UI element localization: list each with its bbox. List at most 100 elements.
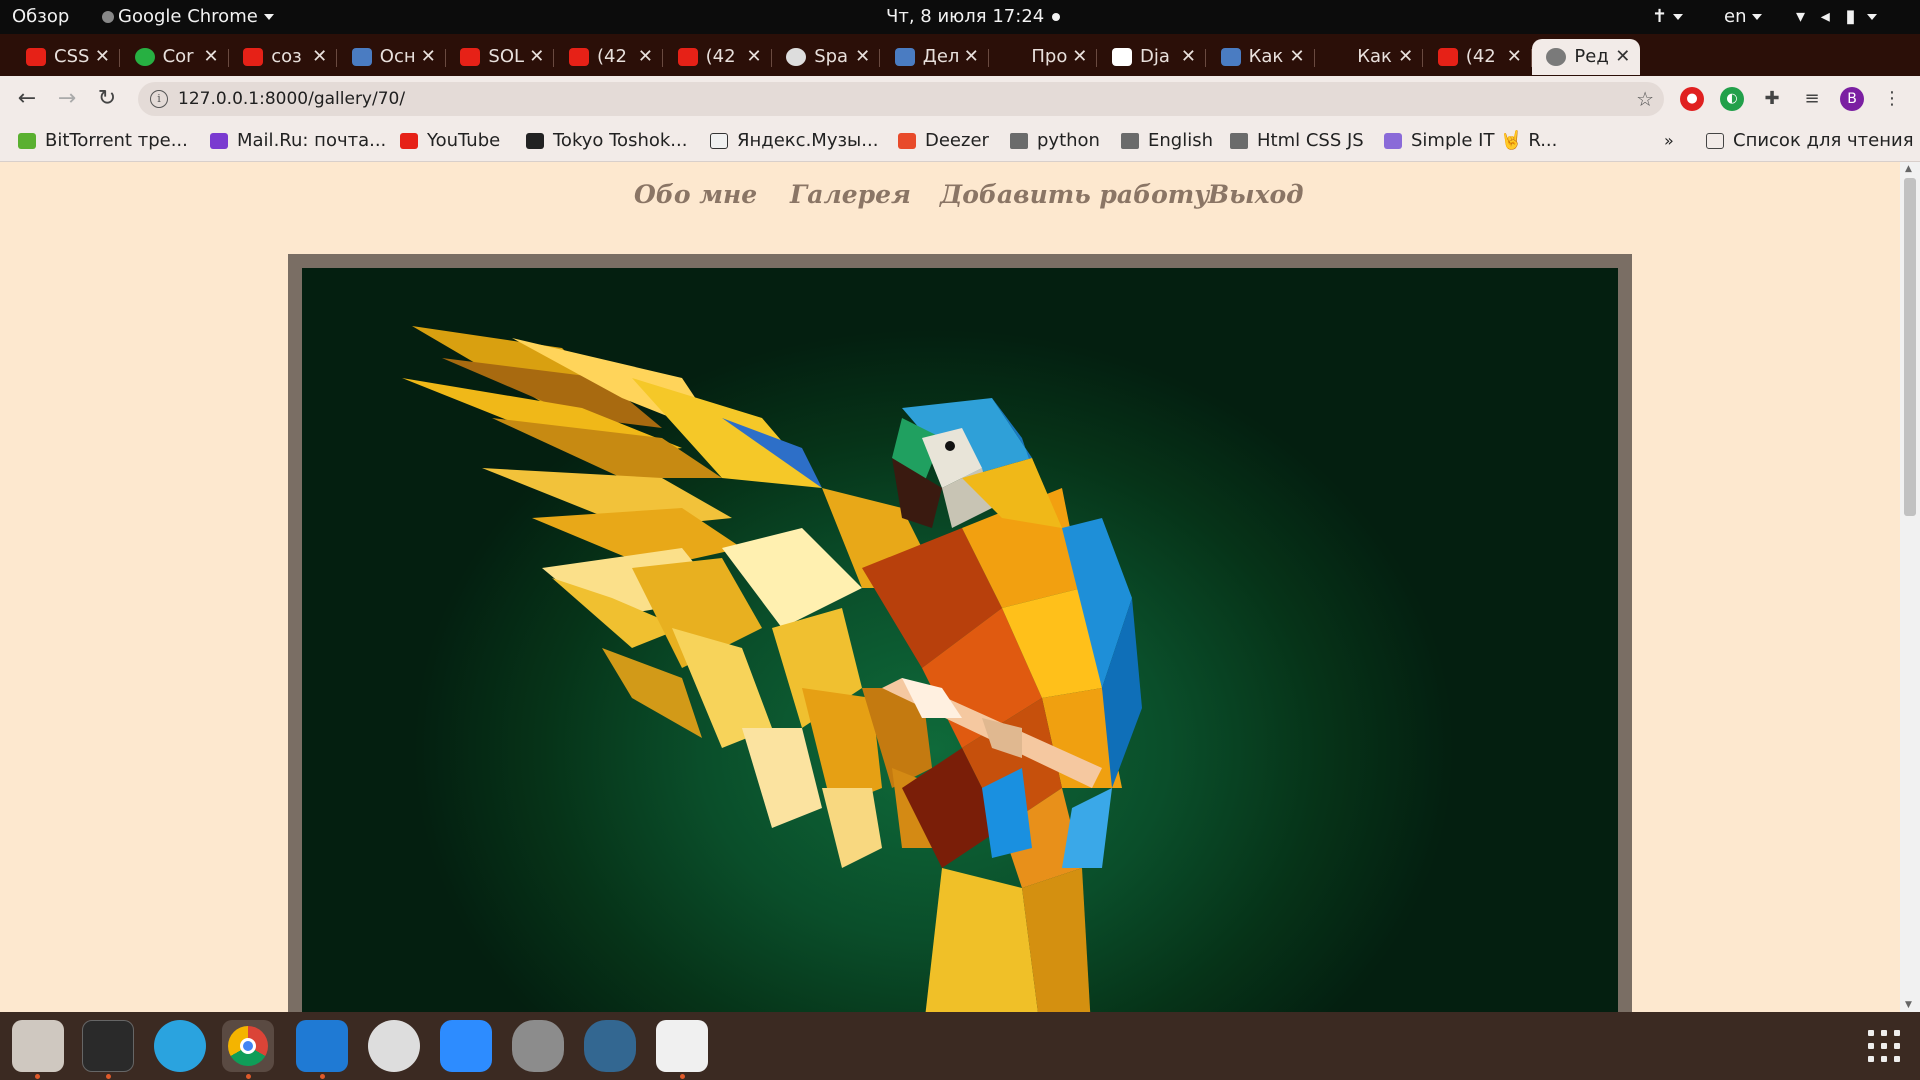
tab-title: Осн [379, 46, 416, 67]
activities-button[interactable]: Обзор [12, 0, 69, 34]
tab-6[interactable]: (42 ✕ [664, 39, 772, 75]
adblock-extension-icon[interactable]: ● [1680, 87, 1704, 111]
tab-close-icon[interactable]: ✕ [1072, 39, 1087, 75]
tab-close-icon[interactable]: ✕ [1290, 39, 1305, 75]
bookmark-item[interactable]: Simple IT 🤘 R... [1384, 122, 1557, 160]
gnome-tweaks-app-icon[interactable] [368, 1020, 420, 1072]
bookmarks-bar: BitTorrent тре... Mail.Ru: почта... YouTub… [0, 122, 1920, 162]
puzzle-blue-icon [894, 48, 915, 66]
tab-4[interactable]: SOL ✕ [446, 39, 555, 75]
running-indicator [35, 1074, 40, 1079]
zoom-app-icon[interactable] [440, 1020, 492, 1072]
deezer-icon [898, 133, 916, 149]
vpn-extension-icon[interactable]: ◐ [1720, 87, 1744, 111]
bookmark-item[interactable]: Tokyo Toshok... [526, 122, 687, 160]
tab-close-icon[interactable]: ✕ [747, 39, 762, 75]
tab-close-icon[interactable]: ✕ [1398, 39, 1413, 75]
chrome-app-icon-highlight[interactable] [222, 1020, 274, 1072]
tab-8[interactable]: Дел ✕ [881, 39, 989, 75]
tab-11[interactable]: Как ✕ [1207, 39, 1315, 75]
back-icon[interactable]: ← [10, 82, 44, 116]
scroll-up-icon[interactable]: ▲ [1905, 164, 1912, 174]
tab-13[interactable]: (42 ✕ [1424, 39, 1532, 75]
tab-close-icon[interactable]: ✕ [1507, 39, 1522, 75]
tab-1[interactable]: Cor ✕ [121, 39, 229, 75]
language-menu[interactable]: en [1724, 0, 1763, 34]
bookmark-item[interactable]: YouTube [400, 122, 500, 160]
tab-3[interactable]: Осн ✕ [338, 39, 446, 75]
tab-close-icon[interactable]: ✕ [638, 39, 653, 75]
accessibility-menu[interactable]: ✝ [1652, 0, 1684, 34]
site-info-icon[interactable]: i [150, 90, 168, 108]
django-icon [1112, 48, 1132, 66]
tab-close-icon[interactable]: ✕ [1181, 39, 1196, 75]
telegram-app-icon[interactable] [154, 1020, 206, 1072]
tab-close-icon[interactable]: ✕ [529, 39, 544, 75]
tab-5[interactable]: (42 ✕ [555, 39, 663, 75]
tab-close-icon[interactable]: ✕ [421, 39, 436, 75]
profile-avatar[interactable]: B [1840, 87, 1864, 111]
extensions-puzzle-icon[interactable]: ✚ [1760, 87, 1784, 111]
tab-14[interactable]: Ред ✕ [1532, 39, 1641, 75]
tab-close-icon[interactable]: ✕ [855, 39, 870, 75]
terminal-app-icon[interactable] [82, 1020, 134, 1072]
tab-close-icon[interactable]: ✕ [1615, 39, 1630, 75]
address-bar[interactable]: i 127.0.0.1:8000/gallery/70/ ☆ [138, 82, 1664, 116]
accessibility-icon: ✝ [1652, 6, 1668, 27]
files-app-icon[interactable] [12, 1020, 64, 1072]
tab-close-icon[interactable]: ✕ [964, 39, 979, 75]
artwork-frame [288, 254, 1632, 1012]
page-scrollbar[interactable]: ▲ ▼ [1900, 162, 1920, 1012]
vscode-app-icon[interactable] [296, 1020, 348, 1072]
bookmark-label: English [1148, 130, 1213, 151]
media-controls-icon[interactable]: ≡ [1800, 87, 1824, 111]
tab-close-icon[interactable]: ✕ [204, 39, 219, 75]
tab-9[interactable]: Про ✕ [989, 39, 1098, 75]
forward-icon[interactable]: → [50, 82, 84, 116]
reading-list-button[interactable]: Список для чтения [1706, 122, 1914, 160]
show-applications-grid-icon[interactable] [1868, 1030, 1900, 1062]
bookmark-star-icon[interactable]: ☆ [1636, 82, 1654, 116]
chevron-down-icon [1673, 14, 1684, 20]
tab-0[interactable]: CSS ✕ [12, 39, 120, 75]
postgresql-app-icon[interactable] [584, 1020, 636, 1072]
tab-close-icon[interactable]: ✕ [95, 39, 110, 75]
app-menu[interactable]: Google Chrome [102, 0, 274, 34]
clock[interactable]: Чт, 8 июля 17:24 [886, 0, 1061, 34]
nav-link-add-work[interactable]: Добавить работу [940, 180, 1209, 209]
tab-close-icon[interactable]: ✕ [312, 39, 327, 75]
volume-icon: ◂ [1820, 6, 1830, 27]
nav-link-logout[interactable]: Выход [1208, 180, 1304, 209]
bookmark-item[interactable]: Mail.Ru: почта... [210, 122, 386, 160]
chrome-app-icon-center [240, 1038, 256, 1054]
reload-icon[interactable]: ↻ [90, 82, 124, 116]
bookmark-item[interactable]: Html CSS JS [1230, 122, 1364, 160]
scrollbar-thumb[interactable] [1904, 178, 1916, 516]
running-indicator [320, 1074, 325, 1079]
bookmarks-overflow-icon[interactable]: » [1664, 122, 1674, 160]
bookmark-item[interactable]: Яндекс.Музы... [710, 122, 878, 160]
bookmark-item[interactable]: English [1121, 122, 1213, 160]
text-editor-app-icon[interactable] [656, 1020, 708, 1072]
menu-kebab-icon[interactable]: ⋮ [1880, 87, 1904, 111]
bookmark-item[interactable]: python [1010, 122, 1100, 160]
tab-10[interactable]: Dja ✕ [1098, 39, 1206, 75]
browser-tab-strip: CSS ✕ Cor ✕ соз ✕ Осн ✕ SOL ✕ (42 ✕ (42 ✕ Spa ✕ Дел ✕ Про ✕… [0, 34, 1920, 105]
bookmark-item[interactable]: BitTorrent тре... [18, 122, 188, 160]
tab-7[interactable]: Spa ✕ [772, 39, 881, 75]
system-status-menu[interactable]: ▾ ◂ ▮ [1796, 0, 1878, 34]
system-top-bar: Обзор Google Chrome Чт, 8 июля 17:24 ✝ e… [0, 0, 1920, 34]
battery-icon: ▮ [1845, 6, 1856, 27]
nav-link-about[interactable]: Обо мне [634, 180, 757, 209]
database-app-icon[interactable] [512, 1020, 564, 1072]
tab-title: Как [1248, 46, 1284, 67]
puzzle-blue-icon [1220, 48, 1241, 66]
github-icon [786, 48, 807, 66]
language-label: en [1724, 6, 1747, 27]
tab-2[interactable]: соз ✕ [229, 39, 338, 75]
scroll-down-icon[interactable]: ▼ [1905, 1000, 1912, 1010]
bookmark-item[interactable]: Deezer [898, 122, 989, 160]
tab-12[interactable]: Как ✕ [1315, 39, 1424, 75]
puzzle-blue-icon [351, 48, 372, 66]
nav-link-gallery[interactable]: Галерея [790, 180, 911, 209]
